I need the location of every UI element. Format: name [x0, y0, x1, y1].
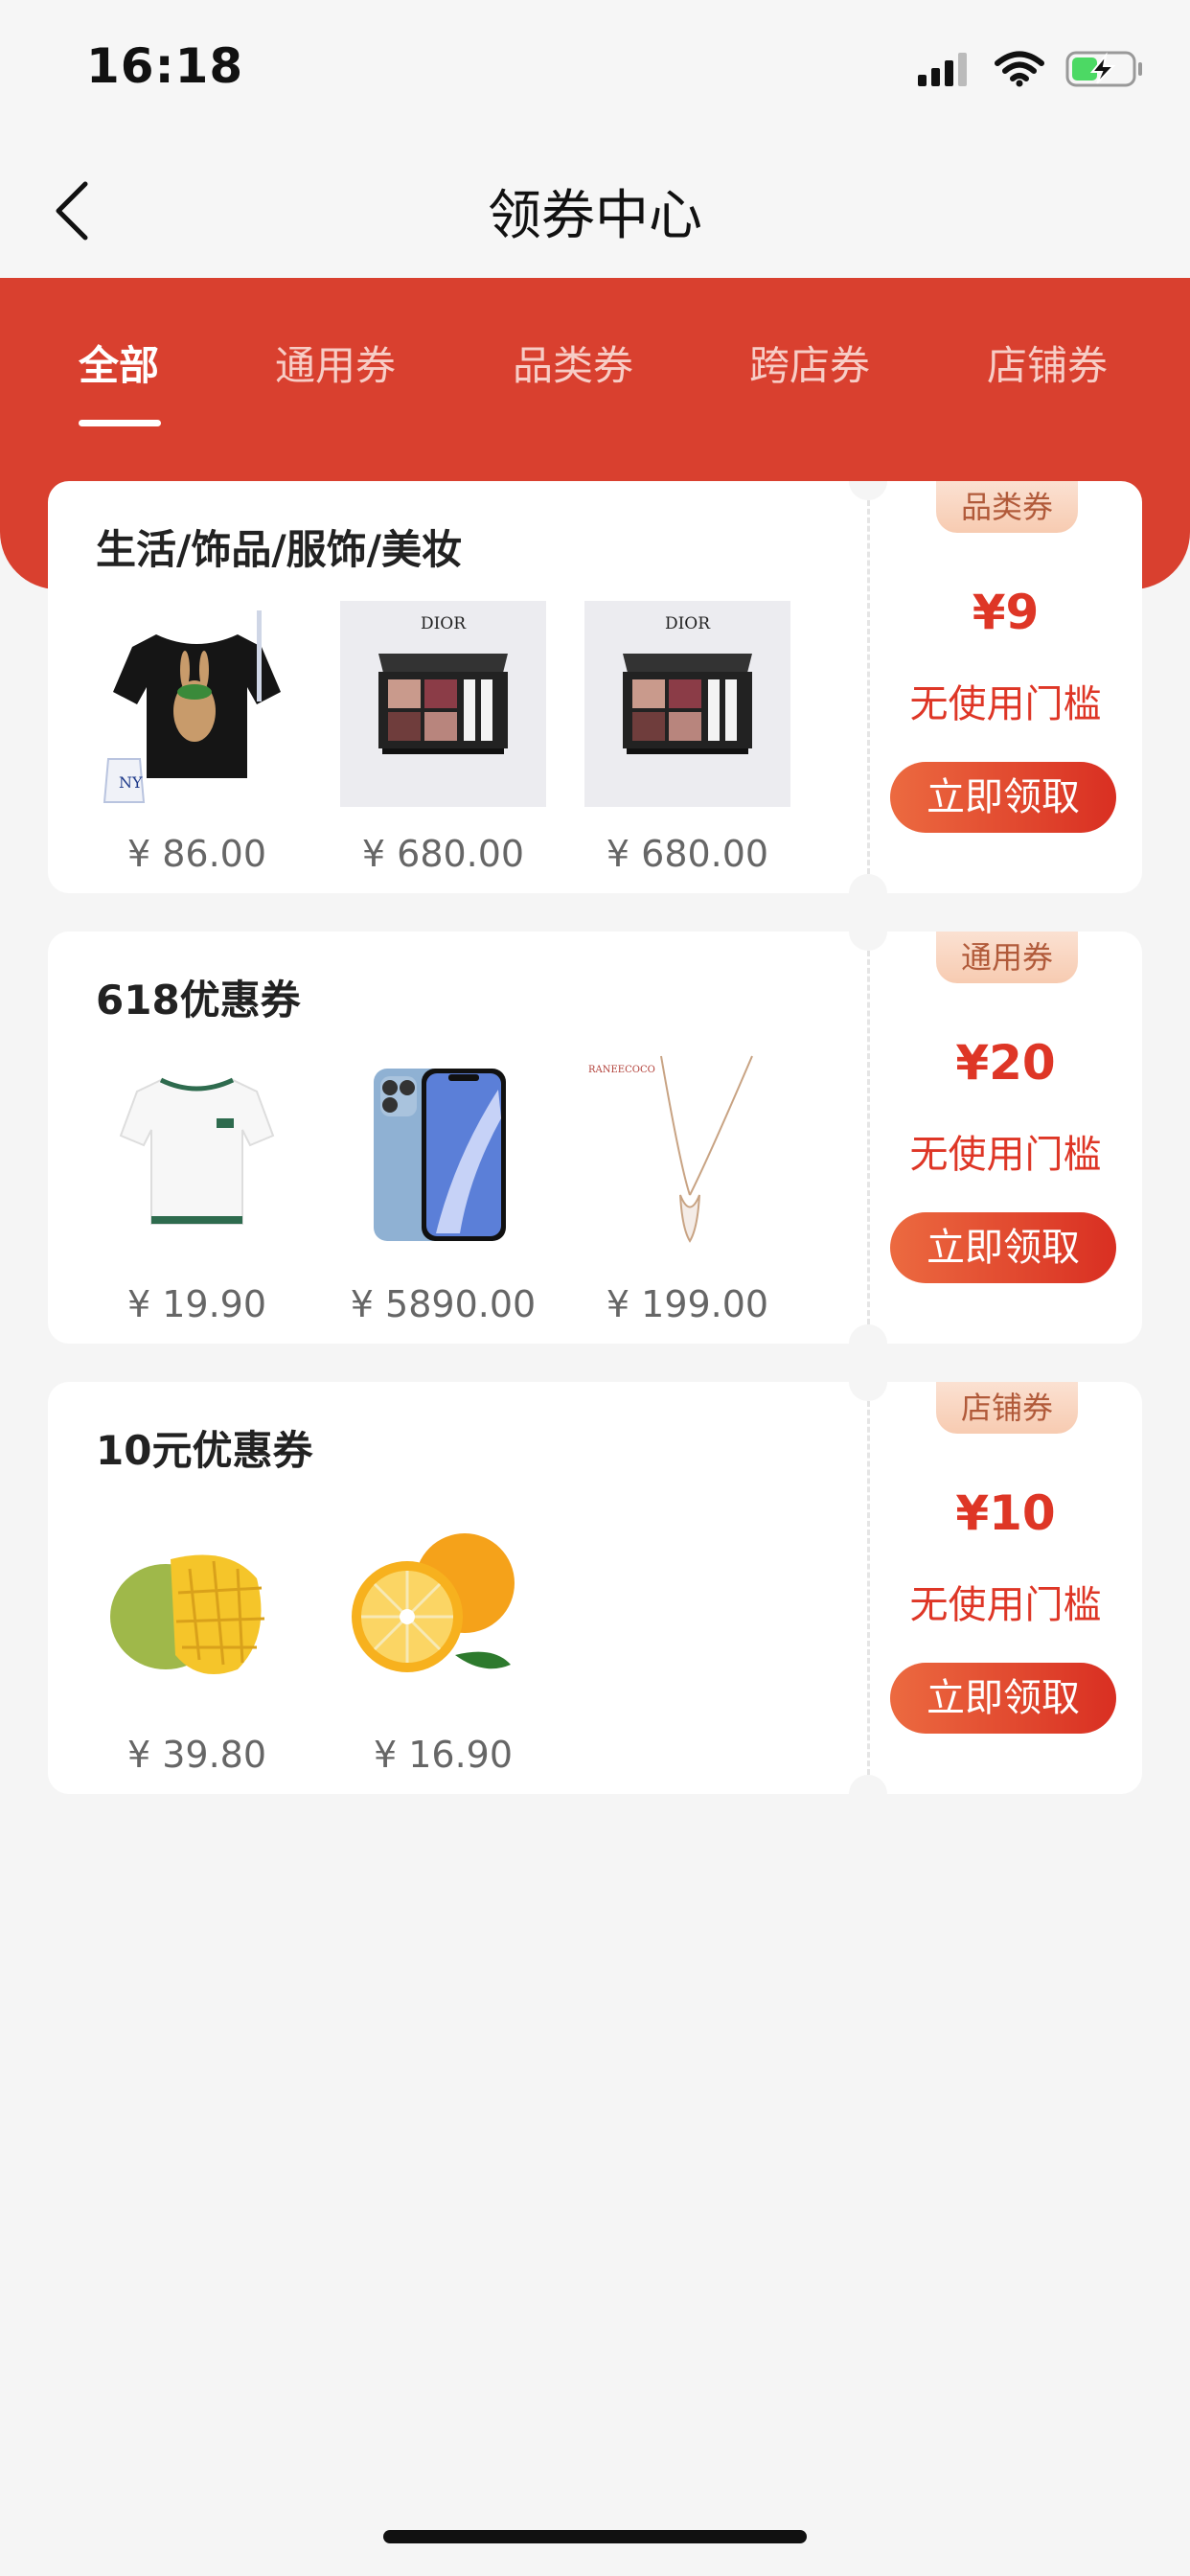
coupon-products: 10元优惠券 ¥ 39.80 ¥ 16.90 — [48, 1382, 867, 1794]
tab-active-indicator — [79, 420, 161, 426]
claim-button[interactable]: 立即领取 — [890, 1663, 1116, 1734]
product-item[interactable]: ¥ 19.90 — [94, 1051, 300, 1329]
svg-text:NY: NY — [119, 773, 143, 792]
claim-button[interactable]: 立即领取 — [890, 762, 1116, 833]
tab-category[interactable]: 品类券 — [513, 334, 633, 392]
tab-store[interactable]: 店铺券 — [987, 334, 1108, 392]
product-item[interactable]: ¥ 16.90 — [340, 1502, 546, 1780]
product-image-white-tshirt — [94, 1051, 300, 1257]
product-price: ¥ 680.00 — [361, 833, 525, 875]
product-brand: RANEECOCO — [588, 1065, 655, 1075]
coupon-title: 10元优惠券 — [96, 1427, 313, 1474]
tab-general[interactable]: 通用券 — [275, 334, 396, 392]
product-price: ¥ 5890.00 — [350, 1283, 537, 1325]
coupon-card: 生活/饰品/服饰/美妆 NY ¥ 86.00 DIOR ¥ 680.00 DIO… — [48, 481, 1142, 893]
coupon-type-badge: 品类券 — [936, 481, 1078, 533]
product-item[interactable]: DIOR ¥ 680.00 — [340, 601, 546, 879]
coupon-threshold: 无使用门槛 — [909, 682, 1102, 726]
coupon-title: 618优惠券 — [96, 977, 301, 1024]
product-image-smartphone — [340, 1051, 546, 1257]
product-item[interactable]: RANEECOCO ¥ 199.00 — [584, 1051, 790, 1329]
coupon-amount: ¥10 — [955, 1485, 1056, 1541]
coupon-type-badge: 通用券 — [936, 932, 1078, 983]
tab-cross-store[interactable]: 跨店券 — [749, 334, 870, 392]
product-price: ¥ 680.00 — [606, 833, 769, 875]
status-icons — [916, 50, 1144, 88]
coupon-amount: ¥9 — [972, 585, 1040, 640]
product-price: ¥ 199.00 — [606, 1283, 769, 1325]
tab-all[interactable]: 全部 — [79, 334, 159, 392]
cellular-signal-icon — [918, 53, 967, 86]
product-image-dior-palette: DIOR — [584, 601, 790, 807]
product-price: ¥ 86.00 — [126, 833, 267, 875]
coupon-value-panel: 通用券 ¥20 无使用门槛 立即领取 — [869, 932, 1142, 1344]
product-price: ¥ 39.80 — [126, 1734, 267, 1776]
coupon-value-panel: 店铺券 ¥10 无使用门槛 立即领取 — [869, 1382, 1142, 1794]
product-item[interactable]: NY ¥ 86.00 — [94, 601, 300, 879]
product-image-black-tshirt: NY — [94, 601, 300, 807]
coupon-type-badge: 店铺券 — [936, 1382, 1078, 1434]
product-item[interactable]: ¥ 39.80 — [94, 1502, 300, 1780]
product-image-dior-palette: DIOR — [340, 601, 546, 807]
coupon-title: 生活/饰品/服饰/美妆 — [96, 526, 463, 573]
product-image-orange — [340, 1502, 546, 1708]
coupon-card: 618优惠券 ¥ 19.90 ¥ 5890.00 RANEECOCO ¥ 199… — [48, 932, 1142, 1344]
product-item[interactable]: ¥ 5890.00 — [340, 1051, 546, 1329]
nav-bar: 领券中心 — [0, 144, 1190, 278]
coupon-products: 618优惠券 ¥ 19.90 ¥ 5890.00 RANEECOCO ¥ 199… — [48, 932, 867, 1344]
coupon-amount: ¥20 — [955, 1035, 1056, 1091]
coupon-tabs: 全部 通用券 品类券 跨店券 店铺券 — [0, 278, 1190, 441]
product-price: ¥ 19.90 — [126, 1283, 267, 1325]
product-image-mango — [94, 1502, 300, 1708]
battery-charging-icon — [1065, 51, 1142, 87]
page-title: 领券中心 — [488, 185, 702, 247]
coupon-card: 10元优惠券 ¥ 39.80 ¥ 16.90 店铺券 ¥10 无使用门槛 立即领… — [48, 1382, 1142, 1794]
coupon-threshold: 无使用门槛 — [909, 1133, 1102, 1177]
coupon-threshold: 无使用门槛 — [909, 1583, 1102, 1627]
product-brand: DIOR — [664, 614, 711, 633]
status-time: 16:18 — [86, 38, 244, 94]
claim-button[interactable]: 立即领取 — [890, 1212, 1116, 1283]
wifi-icon — [995, 51, 1044, 87]
product-image-necklace: RANEECOCO — [584, 1051, 790, 1257]
coupon-products: 生活/饰品/服饰/美妆 NY ¥ 86.00 DIOR ¥ 680.00 DIO… — [48, 481, 867, 893]
status-bar: 16:18 — [0, 0, 1190, 144]
product-price: ¥ 16.90 — [373, 1734, 514, 1776]
product-item[interactable]: DIOR ¥ 680.00 — [584, 601, 790, 879]
product-brand: DIOR — [420, 614, 467, 633]
home-indicator[interactable] — [383, 2530, 807, 2543]
coupon-value-panel: 品类券 ¥9 无使用门槛 立即领取 — [869, 481, 1142, 893]
